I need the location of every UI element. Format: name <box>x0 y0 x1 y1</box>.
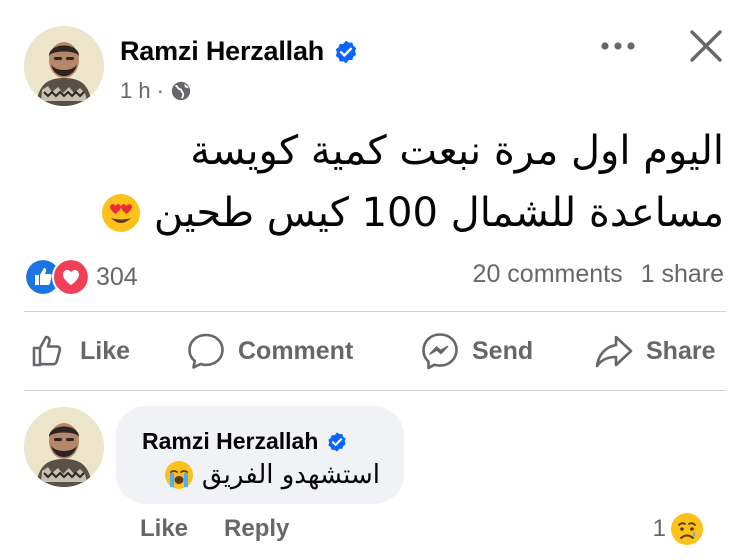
more-options-button[interactable] <box>596 32 640 60</box>
love-reaction-icon <box>52 258 90 296</box>
messenger-icon <box>422 333 458 370</box>
verified-badge-icon <box>335 40 357 63</box>
loudly-crying-emoji-icon <box>164 461 193 489</box>
post-actions: Like Comment Send Share <box>24 312 726 390</box>
comment-bubble-icon <box>188 333 224 369</box>
post-text-line-2-row: مساعدة للشمال 100 كيس طحين <box>44 182 724 244</box>
post-text-line-1: اليوم اول مرة نبعت كمية كويسة <box>190 128 724 174</box>
avatar-image <box>24 26 104 106</box>
shares-count-link[interactable]: 1 share <box>641 260 724 289</box>
comment-bubble: Ramzi Herzallah استشهدو الفريق <box>116 406 404 504</box>
send-button[interactable]: Send <box>420 312 533 390</box>
comment-text: استشهدو الفريق <box>201 460 380 490</box>
more-dots-icon <box>601 42 635 50</box>
post-text: اليوم اول مرة نبعت كمية كويسة مساعدة للش… <box>44 120 724 244</box>
comment-reply-button[interactable]: Reply <box>224 515 289 543</box>
send-label: Send <box>472 336 534 365</box>
comment-reaction-count: 1 <box>652 515 666 542</box>
avatar-image <box>24 407 104 487</box>
author-name[interactable]: Ramzi Herzallah <box>120 36 324 67</box>
commenter-avatar[interactable] <box>24 407 104 487</box>
author-name-row: Ramzi Herzallah <box>120 36 359 67</box>
like-button[interactable]: Like <box>28 312 130 390</box>
verified-badge-icon <box>328 431 347 452</box>
reaction-count: 304 <box>96 262 138 291</box>
thumbs-up-icon <box>32 335 62 367</box>
post-text-line-2: مساعدة للشمال 100 كيس طحين <box>153 190 724 236</box>
divider-bottom <box>24 390 726 391</box>
heart-eyes-emoji-icon <box>102 194 141 232</box>
like-label: Like <box>80 336 131 365</box>
share-button[interactable]: Share <box>594 312 715 390</box>
post-meta: 1 h · <box>120 78 192 104</box>
globe-icon <box>171 81 191 101</box>
author-avatar[interactable] <box>24 26 104 106</box>
comment-button[interactable]: Comment <box>186 312 353 390</box>
engagement-stats: 20 comments 1 share <box>473 260 724 289</box>
comment-text-row: استشهدو الفريق <box>164 460 380 490</box>
share-arrow-icon <box>595 335 633 368</box>
meta-separator: · <box>156 78 164 103</box>
comments-count-link[interactable]: 20 comments <box>473 260 623 289</box>
sad-tear-icon <box>671 513 703 545</box>
close-icon[interactable] <box>684 24 728 68</box>
reactions-summary[interactable]: 304 <box>24 258 138 296</box>
share-label: Share <box>646 336 716 365</box>
commenter-name-row: Ramzi Herzallah <box>142 428 348 455</box>
comment-reaction-summary[interactable]: 1 <box>653 512 704 546</box>
post-time[interactable]: 1 h <box>120 78 151 104</box>
facebook-post: Ramzi Herzallah 1 h · اليوم اول مرة نبعت… <box>0 0 750 560</box>
commenter-name[interactable]: Ramzi Herzallah <box>142 428 318 455</box>
comment-actions: Like Reply <box>140 515 289 543</box>
comment-label: Comment <box>238 336 354 365</box>
comment-like-button[interactable]: Like <box>140 515 188 543</box>
